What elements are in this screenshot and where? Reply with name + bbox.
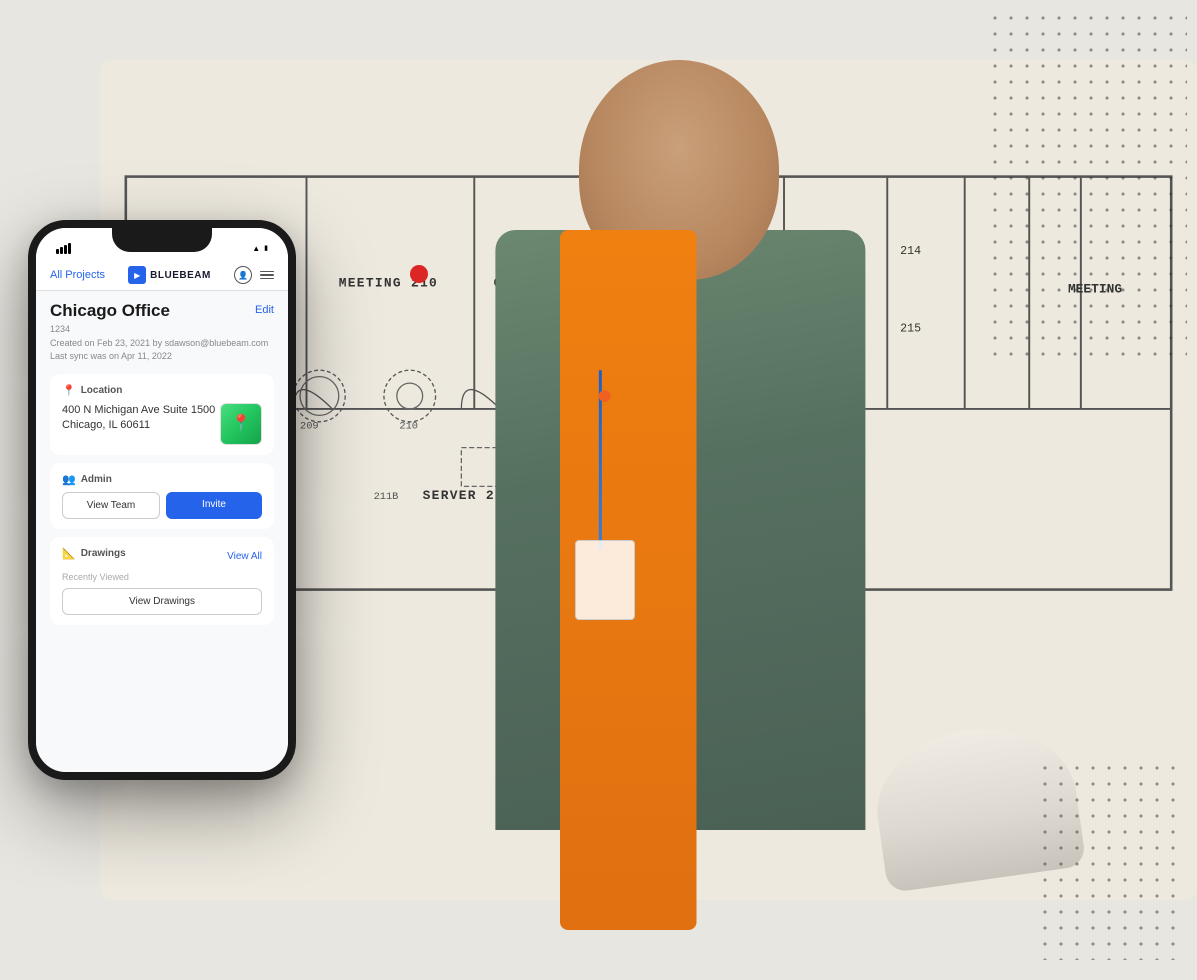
admin-buttons: View Team Invite: [62, 492, 262, 519]
dot-pattern-top: [987, 10, 1187, 360]
bluebeam-logo: BLUEBEAM: [128, 266, 211, 284]
recently-viewed-label: Recently Viewed: [62, 572, 262, 582]
menu-icon[interactable]: [260, 271, 274, 280]
nav-action-icons: 👤: [234, 266, 274, 284]
location-section: 📍 Location 400 N Michigan Ave Suite 1500…: [50, 374, 274, 455]
project-sync: Last sync was on Apr 11, 2022: [50, 350, 274, 364]
dot-pattern-bottom: [1037, 760, 1187, 960]
address-line1: 400 N Michigan Ave Suite 1500: [62, 403, 215, 418]
view-all-link[interactable]: View All: [227, 551, 262, 562]
admin-icon: 👥: [62, 473, 76, 486]
wifi-icon: ▲: [252, 244, 260, 253]
admin-label: 👥 Admin: [62, 473, 262, 486]
location-address: 400 N Michigan Ave Suite 1500 Chicago, I…: [62, 403, 215, 434]
phone-navbar: All Projects BLUEBEAM 👤: [36, 260, 288, 291]
project-meta: 1234 Created on Feb 23, 2021 by sdawson@…: [50, 323, 274, 364]
project-title: Chicago Office: [50, 301, 170, 321]
drawings-label: 📐 Drawings: [62, 547, 126, 560]
project-id: 1234: [50, 323, 274, 337]
admin-section: 👥 Admin View Team Invite: [50, 463, 274, 529]
location-row: 400 N Michigan Ave Suite 1500 Chicago, I…: [62, 403, 262, 445]
signal-bar-4: [68, 243, 71, 254]
main-scene: MEETING 209 MEETING 210 CONFERENCE 211 2…: [0, 0, 1197, 980]
phone-content: Chicago Office Edit 1234 Created on Feb …: [36, 291, 288, 643]
phone-frame: ▲ ▮ All Projects BLUEBEAM 👤: [28, 220, 296, 780]
project-header: Chicago Office Edit: [50, 301, 274, 321]
phone-screen: ▲ ▮ All Projects BLUEBEAM 👤: [36, 228, 288, 772]
drawings-section: 📐 Drawings View All Recently Viewed View…: [50, 537, 274, 625]
logo-icon: [128, 266, 146, 284]
signal-bar-2: [60, 247, 63, 254]
view-team-button[interactable]: View Team: [62, 492, 160, 519]
project-edit-link[interactable]: Edit: [255, 304, 274, 316]
phone-notch: [112, 228, 212, 252]
signal-bars: [56, 243, 71, 254]
person-icon-glyph: 👤: [238, 271, 248, 280]
phone-mockup: ▲ ▮ All Projects BLUEBEAM 👤: [28, 220, 296, 780]
blueprint-marker: [410, 265, 428, 283]
project-created: Created on Feb 23, 2021 by sdawson@blueb…: [50, 337, 274, 351]
map-thumbnail[interactable]: [220, 403, 262, 445]
status-icons: ▲ ▮: [252, 244, 268, 253]
all-projects-link[interactable]: All Projects: [50, 269, 105, 281]
id-badge: [575, 540, 635, 620]
signal-bar-3: [64, 245, 67, 254]
drawings-icon: 📐: [62, 547, 76, 560]
logo-text: BLUEBEAM: [150, 270, 211, 281]
lanyard-clip: [598, 390, 610, 402]
location-label: 📍 Location: [62, 384, 262, 397]
signal-bar-1: [56, 249, 59, 254]
view-drawings-button[interactable]: View Drawings: [62, 588, 262, 615]
drawings-header: 📐 Drawings View All: [62, 547, 262, 566]
invite-button[interactable]: Invite: [166, 492, 262, 519]
address-line2: Chicago, IL 60611: [62, 418, 215, 433]
battery-icon: ▮: [264, 244, 268, 252]
location-icon: 📍: [62, 384, 76, 397]
profile-icon[interactable]: 👤: [234, 266, 252, 284]
